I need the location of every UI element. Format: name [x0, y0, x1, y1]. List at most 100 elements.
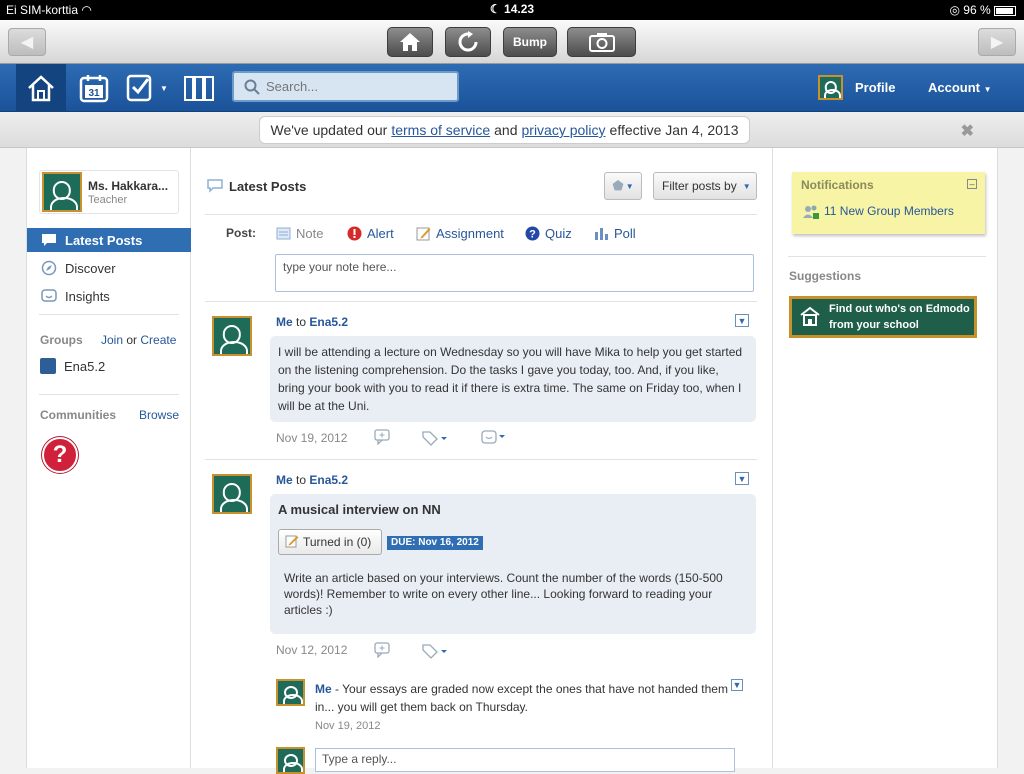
reply-input[interactable]: Type a reply... [315, 748, 735, 772]
chevron-down-icon: ▼ [625, 181, 634, 191]
filter-label: Filter posts by [662, 179, 737, 193]
nav-home-button[interactable] [16, 64, 66, 112]
post-type-label: Note [296, 226, 324, 241]
post-type-poll[interactable]: Poll [594, 226, 636, 241]
bump-button[interactable]: Bump [503, 27, 557, 57]
search-box[interactable] [232, 71, 459, 102]
post-author-link[interactable]: Me [276, 473, 293, 487]
reply-options-chevron-icon[interactable]: ▼ [731, 679, 743, 691]
assignment-icon [416, 226, 431, 241]
group-members-icon [802, 204, 820, 223]
post-group-link[interactable]: Ena5.2 [309, 473, 348, 487]
post-author-link[interactable]: Me [276, 315, 293, 329]
post-to-text: to [296, 315, 307, 329]
back-button[interactable]: ◀ [8, 28, 46, 56]
divider [39, 394, 179, 395]
post-type-assignment[interactable]: Assignment [416, 226, 504, 241]
nav-library-button[interactable] [180, 64, 220, 112]
post-label: Post: [226, 226, 256, 240]
assignment-title[interactable]: A musical interview on NN [278, 502, 441, 517]
reply-composer-avatar [276, 747, 305, 774]
calendar-icon: 31 [79, 75, 109, 103]
search-input[interactable] [266, 79, 446, 94]
browse-communities-link[interactable]: Browse [139, 408, 179, 422]
create-group-link[interactable]: Create [140, 333, 176, 347]
reply-text: - Your essays are graded now except the … [315, 682, 728, 714]
profile-link[interactable]: Profile [855, 80, 895, 95]
post-type-quiz[interactable]: ? Quiz [525, 226, 572, 241]
note-input[interactable]: type your note here... [275, 254, 754, 292]
user-card[interactable]: Ms. Hakkara... Teacher [39, 170, 179, 214]
reload-button[interactable] [445, 27, 491, 57]
library-icon [184, 76, 214, 101]
banner-text: effective Jan 4, 2013 [609, 122, 739, 138]
find-school-text: Find out who's on Edmodo from your school [829, 303, 970, 331]
post-group-link[interactable]: Ena5.2 [309, 315, 348, 329]
moon-icon: ☾ [489, 2, 501, 16]
svg-text:?: ? [529, 229, 536, 241]
divider [205, 459, 757, 460]
reaction-icon[interactable] [481, 430, 509, 449]
smiley-bubble-icon [41, 288, 57, 304]
group-item[interactable]: Ena5.2 [27, 354, 191, 378]
sidebar-item-latest-posts[interactable]: Latest Posts [27, 228, 191, 252]
notifications-panel: Notifications – 11 New Group Members [792, 172, 985, 234]
profile-avatar[interactable] [818, 75, 843, 100]
compass-icon [41, 260, 57, 276]
camera-button[interactable] [567, 27, 636, 57]
user-role: Teacher [88, 194, 128, 206]
post-options-chevron-icon[interactable]: ▼ [735, 314, 749, 327]
assignment-card: A musical interview on NN Turned in (0) … [270, 494, 756, 634]
home-button[interactable] [387, 27, 433, 57]
post-to-text: to [296, 473, 307, 487]
speech-bubble-icon [41, 232, 57, 248]
tag-icon[interactable] [421, 430, 449, 449]
divider [205, 301, 757, 302]
banner-text: and [494, 122, 518, 138]
poll-icon [594, 226, 609, 241]
post-type-alert[interactable]: Alert [347, 226, 394, 241]
reply-icon[interactable] [374, 429, 392, 448]
privacy-link[interactable]: privacy policy [522, 122, 606, 138]
find-school-button[interactable]: Find out who's on Edmodo from your school [789, 296, 977, 338]
user-name: Ms. Hakkara... [88, 179, 169, 193]
post-options-chevron-icon[interactable]: ▼ [735, 472, 749, 485]
search-icon [244, 79, 260, 95]
tag-filter-button[interactable]: ⬟ ▼ [604, 172, 642, 200]
new-members-link[interactable]: 11 New Group Members [824, 204, 954, 218]
reply-author-link[interactable]: Me [315, 682, 332, 696]
post-body: I will be attending a lecture on Wednesd… [278, 345, 743, 413]
nav-assignments-button[interactable]: ▼ [124, 64, 170, 112]
post-author-avatar[interactable] [212, 474, 252, 514]
nav-calendar-button[interactable]: 31 [76, 64, 112, 112]
post-type-note[interactable]: Note [276, 226, 323, 241]
post-author-avatar[interactable] [212, 316, 252, 356]
app-header: 31 ▼ Profile Account ▼ [0, 64, 1024, 112]
group-name: Ena5.2 [64, 358, 106, 374]
close-icon[interactable]: ✖ [961, 121, 974, 141]
rotation-lock-icon: ◎ [949, 3, 960, 17]
post-date: Nov 19, 2012 [276, 431, 348, 445]
collapse-icon[interactable]: – [967, 179, 977, 189]
sidebar-item-discover[interactable]: Discover [27, 256, 191, 280]
tag-icon[interactable] [421, 643, 449, 662]
account-menu[interactable]: Account ▼ [928, 80, 992, 95]
sidebar-item-insights[interactable]: Insights [27, 284, 191, 308]
reply-text-block: Me - Your essays are graded now except t… [315, 680, 735, 716]
post-type-label: Quiz [545, 226, 572, 241]
page-title: Latest Posts [229, 179, 307, 194]
quiz-icon: ? [525, 226, 540, 241]
reply-author-avatar[interactable] [276, 679, 305, 706]
help-icon[interactable]: ? [42, 437, 78, 473]
divider [205, 214, 757, 215]
reply-icon[interactable] [374, 642, 392, 661]
turned-in-button[interactable]: Turned in (0) [278, 529, 382, 555]
camera-icon [588, 33, 615, 52]
forward-button[interactable]: ▶ [978, 28, 1016, 56]
filter-posts-dropdown[interactable]: Filter posts by ▼ [653, 172, 757, 200]
terms-link[interactable]: terms of service [391, 122, 490, 138]
right-sidebar: Notifications – 11 New Group Members Sug… [774, 148, 998, 768]
clock: ☾ 14.23 [489, 2, 535, 16]
avatar [42, 172, 82, 212]
join-group-link[interactable]: Join [101, 333, 123, 347]
